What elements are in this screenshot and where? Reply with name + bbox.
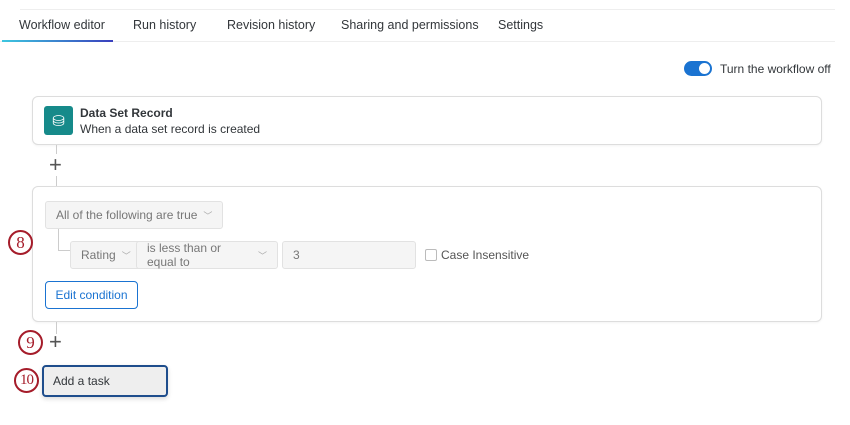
operator-select-label: is less than or equal to: [147, 241, 252, 269]
callout-9: 9: [18, 330, 43, 355]
chevron-down-icon: ﹀: [203, 209, 212, 222]
case-insensitive-checkbox[interactable]: [425, 249, 437, 261]
chevron-down-icon: ﹀: [258, 249, 267, 262]
field-select-label: Rating: [81, 248, 116, 262]
database-icon: ⛁: [44, 106, 73, 135]
tab-run-history[interactable]: Run history: [133, 18, 196, 32]
trigger-title: Data Set Record: [80, 106, 173, 120]
condition-card: All of the following are true ﹀ Rating ﹀ i…: [32, 186, 822, 322]
group-select-label: All of the following are true: [56, 208, 197, 222]
chevron-down-icon: ﹀: [122, 249, 131, 262]
tab-bar: Workflow editor Run history Revision his…: [0, 10, 835, 42]
toggle-label: Turn the workflow off: [720, 62, 831, 76]
operator-select[interactable]: is less than or equal to ﹀: [136, 241, 278, 269]
edit-condition-button[interactable]: Edit condition: [45, 281, 138, 309]
add-task-menu-item[interactable]: Add a task: [42, 365, 168, 397]
add-step-icon[interactable]: +: [49, 331, 62, 353]
case-insensitive-label: Case Insensitive: [441, 248, 529, 262]
group-select[interactable]: All of the following are true ﹀: [45, 201, 223, 229]
field-select[interactable]: Rating ﹀: [70, 241, 142, 269]
trigger-subtitle: When a data set record is created: [80, 122, 260, 136]
active-tab-indicator: [2, 40, 113, 42]
trigger-card[interactable]: ⛁ Data Set Record When a data set record…: [32, 96, 822, 145]
tab-revision-history[interactable]: Revision history: [227, 18, 315, 32]
tab-workflow-editor[interactable]: Workflow editor: [19, 18, 105, 32]
tab-sharing[interactable]: Sharing and permissions: [341, 18, 479, 32]
tree-connector: [58, 229, 70, 251]
add-step-icon[interactable]: +: [49, 154, 62, 176]
tab-settings[interactable]: Settings: [498, 18, 543, 32]
value-input[interactable]: 3: [282, 241, 416, 269]
workflow-toggle[interactable]: [684, 61, 712, 76]
callout-10: 10: [14, 368, 39, 393]
callout-8: 8: [8, 230, 33, 255]
